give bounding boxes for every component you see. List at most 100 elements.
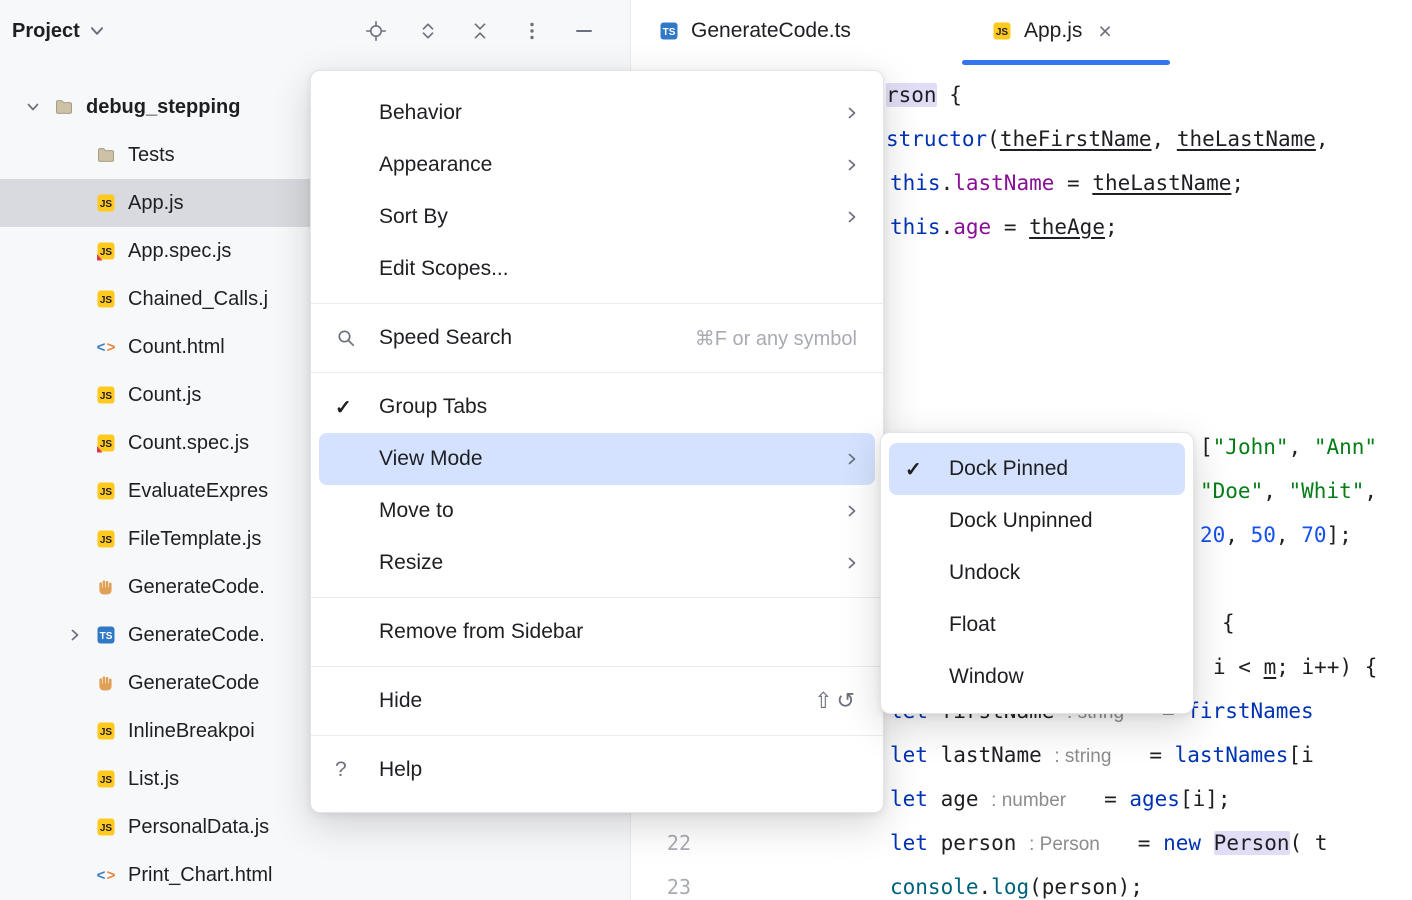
more-options-icon[interactable]: [520, 19, 544, 43]
menu-item-shortcut: ⇧↺: [814, 688, 859, 714]
js-file-icon: JS: [94, 287, 118, 311]
svg-text:>: >: [107, 867, 116, 884]
menu-item-view-mode[interactable]: View Mode: [319, 433, 875, 485]
menu-item-resize[interactable]: Resize: [319, 537, 875, 589]
check-icon: ✓: [905, 457, 949, 482]
menu-item-label: Edit Scopes...: [379, 257, 509, 281]
chevron-down-icon[interactable]: [14, 99, 52, 115]
svg-text:>: >: [107, 339, 116, 356]
tree-item-label: Chained_Calls.j: [128, 288, 268, 311]
code-line: this.lastName = theLastName;: [890, 161, 1244, 205]
submenu-item-float[interactable]: Float: [889, 599, 1185, 651]
expand-all-icon[interactable]: [416, 19, 440, 43]
locate-file-icon[interactable]: [364, 19, 388, 43]
panel-title: Project: [12, 20, 80, 43]
menu-item-label: Resize: [379, 551, 443, 575]
menu-item-move-to[interactable]: Move to: [319, 485, 875, 537]
tree-item-label: FileTemplate.js: [128, 528, 261, 551]
svg-text:JS: JS: [100, 535, 113, 546]
project-panel-header: Project: [0, 0, 630, 62]
menu-separator: [311, 372, 883, 373]
svg-text:JS: JS: [100, 823, 113, 834]
code-line: this.age = theAge;: [890, 205, 1118, 249]
js-file-icon: JS: [94, 527, 118, 551]
js-file-icon: JS: [94, 191, 118, 215]
folder-icon: [52, 95, 76, 119]
tree-item-label: GenerateCode.: [128, 624, 265, 647]
submenu-arrow-icon: [841, 451, 863, 467]
submenu-item-window[interactable]: Window: [889, 651, 1185, 703]
menu-item-edit-scopes[interactable]: Edit Scopes...: [319, 243, 875, 295]
menu-item-appearance[interactable]: Appearance: [319, 139, 875, 191]
menu-separator: [311, 666, 883, 667]
tree-item-label: Print_Chart.html: [128, 864, 273, 887]
js-file-icon: JS: [94, 383, 118, 407]
svg-text:JS: JS: [100, 727, 113, 738]
js-test-file-icon: JS: [94, 239, 118, 263]
menu-item-behavior[interactable]: Behavior: [319, 87, 875, 139]
svg-text:TS: TS: [100, 631, 113, 642]
collapse-all-icon[interactable]: [468, 19, 492, 43]
tree-item-label: GenerateCode: [128, 672, 259, 695]
js-file-icon: JS: [94, 767, 118, 791]
html-file-icon: <>: [94, 335, 118, 359]
svg-text:JS: JS: [100, 775, 113, 786]
menu-separator: [311, 597, 883, 598]
menu-item-label: View Mode: [379, 447, 483, 471]
menu-item-label: Remove from Sidebar: [379, 620, 583, 644]
menu-separator: [311, 735, 883, 736]
menu-item-remove-from-sidebar[interactable]: Remove from Sidebar: [319, 606, 875, 658]
folder-icon: [94, 143, 118, 167]
chevron-right-icon[interactable]: [56, 627, 94, 643]
code-line: {: [1222, 601, 1235, 645]
check-icon: ✓: [335, 395, 379, 420]
submenu-arrow-icon: [841, 209, 863, 225]
tree-item-label: App.spec.js: [128, 240, 231, 263]
svg-text:JS: JS: [100, 199, 113, 210]
submenu-arrow-icon: [841, 555, 863, 571]
submenu-arrow-icon: [841, 503, 863, 519]
tree-item-label: GenerateCode.: [128, 576, 265, 599]
submenu-arrow-icon: [841, 105, 863, 121]
menu-item-label: Appearance: [379, 153, 492, 177]
submenu-item-dock-pinned[interactable]: ✓Dock Pinned: [889, 443, 1185, 495]
menu-item-label: Hide: [379, 689, 422, 713]
menu-item-group-tabs[interactable]: ✓Group Tabs: [319, 381, 875, 433]
svg-text:<: <: [97, 867, 106, 884]
code-line: 20, 50, 70];: [1200, 513, 1352, 557]
svg-text:JS: JS: [100, 487, 113, 498]
tree-item-print-chart-html[interactable]: <> Print_Chart.html: [0, 851, 630, 899]
menu-item-label: Float: [949, 613, 996, 637]
menu-item-label: Window: [949, 665, 1024, 689]
menu-item-help[interactable]: ?Help: [319, 744, 875, 796]
tree-item-label: Count.spec.js: [128, 432, 249, 455]
menu-item-label: Help: [379, 758, 422, 782]
submenu-item-undock[interactable]: Undock: [889, 547, 1185, 599]
menu-separator: [311, 303, 883, 304]
menu-item-label: Move to: [379, 499, 454, 523]
ts-file-icon: TS: [94, 623, 118, 647]
code-line: ["John", "Ann": [1200, 425, 1377, 469]
menu-item-speed-search[interactable]: Speed Search⌘F or any symbol: [319, 312, 875, 364]
tree-item-label: App.js: [128, 192, 184, 215]
chevron-down-icon: [88, 22, 106, 40]
js-file-icon: JS: [94, 815, 118, 839]
menu-item-hide[interactable]: Hide ⇧↺: [319, 675, 875, 727]
menu-item-label: Behavior: [379, 101, 462, 125]
tree-item-label: InlineBreakpoi: [128, 720, 255, 743]
code-line: let person : Person = new Person( t: [890, 821, 1327, 867]
code-line: let lastName : string = lastNames[i: [890, 733, 1314, 779]
svg-text:JS: JS: [100, 439, 113, 450]
submenu-item-dock-unpinned[interactable]: Dock Unpinned: [889, 495, 1185, 547]
submenu-arrow-icon: [841, 157, 863, 173]
hide-panel-icon[interactable]: [572, 19, 596, 43]
code-line: "Doe", "Whit",: [1200, 469, 1377, 513]
menu-item-label: Undock: [949, 561, 1020, 585]
view-mode-submenu: ✓Dock PinnedDock Unpinned Undock Float Wind…: [880, 432, 1194, 714]
tree-item-label: Count.js: [128, 384, 201, 407]
js-file-icon: JS: [94, 719, 118, 743]
line-number: 22: [631, 821, 691, 865]
menu-item-sort-by[interactable]: Sort By: [319, 191, 875, 243]
project-view-selector[interactable]: Project: [12, 20, 106, 43]
html-file-icon: <>: [94, 863, 118, 887]
